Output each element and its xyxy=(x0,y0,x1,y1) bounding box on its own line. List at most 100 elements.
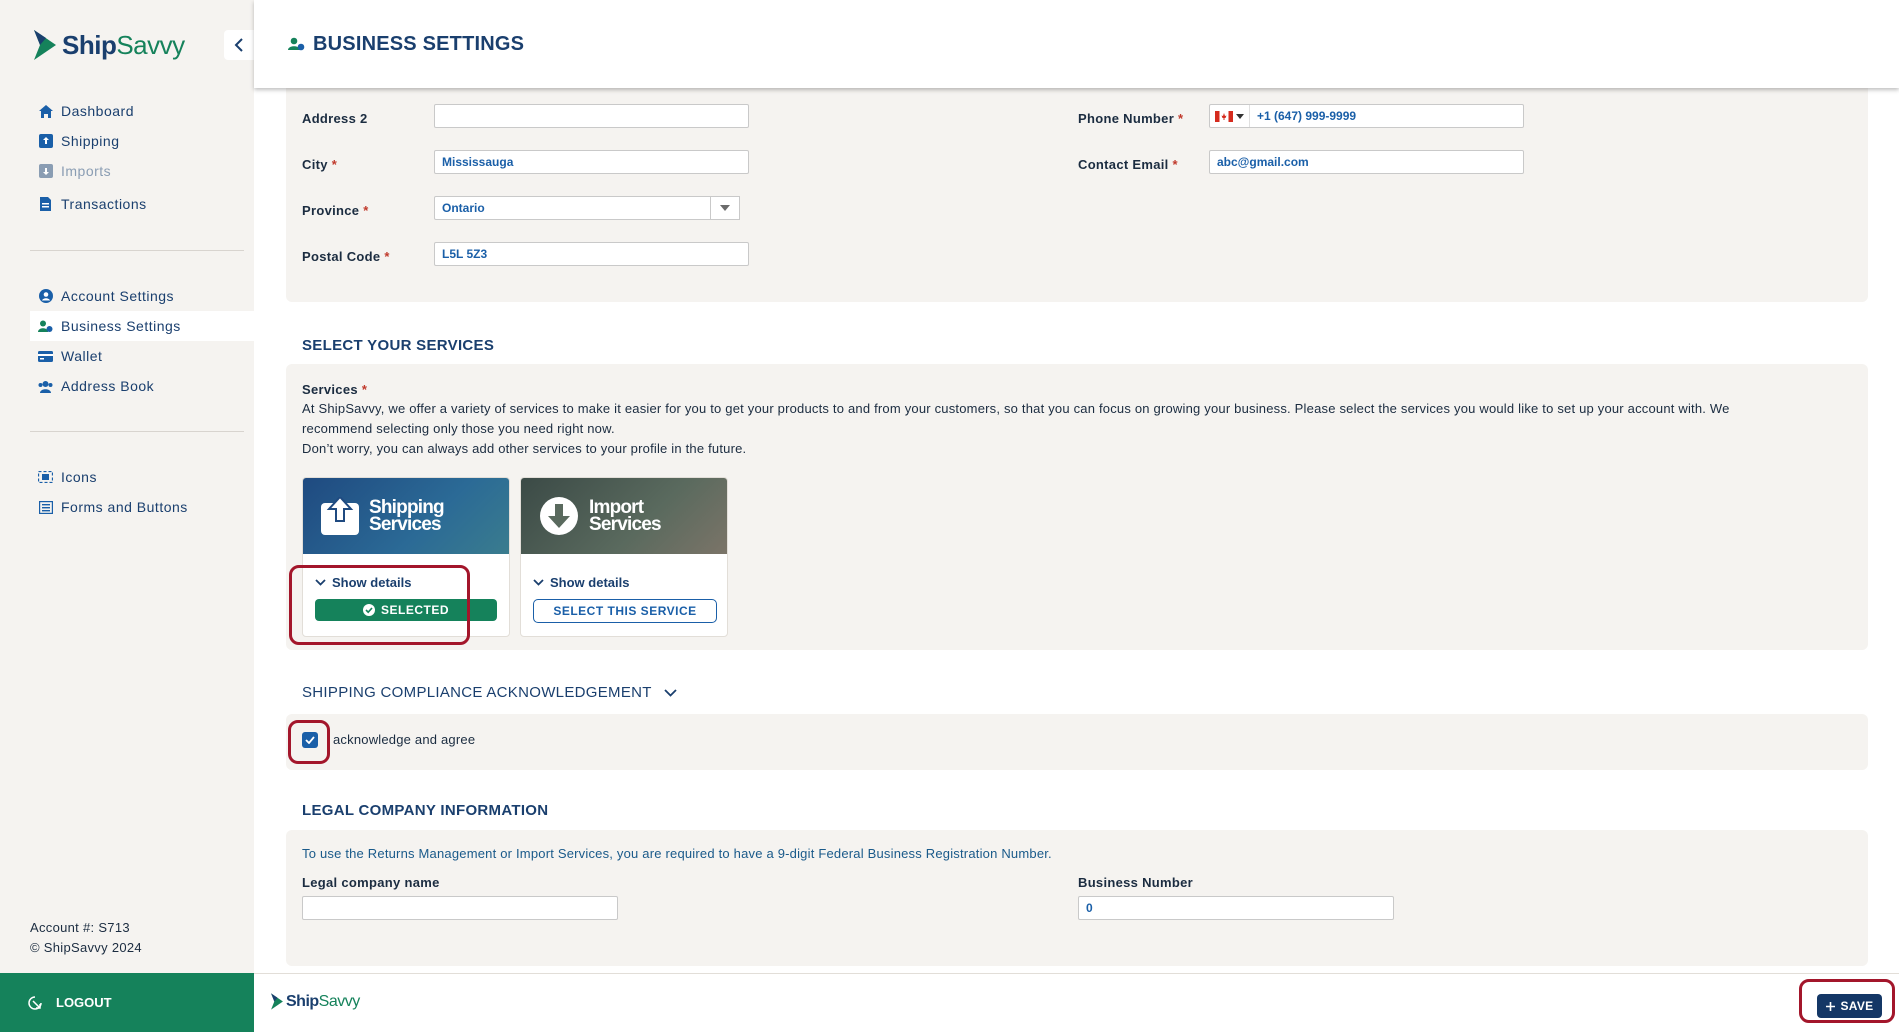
sidebar-item-label: Shipping xyxy=(61,133,120,149)
postal-code-field[interactable]: L5L 5Z3 xyxy=(434,242,749,266)
card-title: Shipping Services xyxy=(369,497,445,535)
postal-code-label: Postal Code * xyxy=(302,249,390,264)
province-select[interactable]: Ontario xyxy=(434,196,718,220)
logout-icon xyxy=(28,995,42,1010)
address-book-icon xyxy=(38,379,53,394)
contact-email-field[interactable]: abc@gmail.com xyxy=(1209,150,1524,174)
logo-mark-icon xyxy=(34,30,56,60)
acknowledge-checkbox[interactable] xyxy=(302,732,318,748)
services-label: Services * xyxy=(302,382,368,397)
show-details-toggle[interactable]: Show details xyxy=(533,575,629,590)
acknowledge-label: acknowledge and agree xyxy=(333,732,476,747)
shipping-box-icon xyxy=(321,497,359,535)
nav-group-main: Dashboard Shipping Imports Transactions xyxy=(30,96,254,219)
account-info: Account #: S713 © ShipSavvy 2024 xyxy=(30,918,142,958)
sidebar-item-label: Address Book xyxy=(61,378,155,394)
services-description: At ShipSavvy, we offer a variety of serv… xyxy=(302,401,1730,456)
sidebar-divider xyxy=(30,431,244,432)
user-circle-icon xyxy=(38,289,53,304)
show-details-toggle[interactable]: Show details xyxy=(315,575,411,590)
import-box-icon xyxy=(38,164,53,179)
service-card-import: Import Services Show details SELECT THIS … xyxy=(520,477,728,637)
business-users-icon xyxy=(38,319,53,334)
sidebar-item-forms-and-buttons[interactable]: Forms and Buttons xyxy=(30,492,254,522)
shipping-box-icon xyxy=(38,134,53,149)
sidebar-item-label: Transactions xyxy=(61,196,147,212)
business-number-field[interactable]: 0 xyxy=(1078,896,1394,920)
chevron-down-icon xyxy=(315,579,326,586)
sidebar-item-imports[interactable]: Imports xyxy=(30,156,254,186)
phone-number-label: Phone Number * xyxy=(1078,111,1184,126)
sidebar-divider xyxy=(30,250,244,251)
wallet-card-icon xyxy=(38,349,53,364)
sidebar-item-wallet[interactable]: Wallet xyxy=(30,341,254,371)
services-section-title: SELECT YOUR SERVICES xyxy=(302,337,495,354)
logout-button[interactable]: LOGOUT xyxy=(0,973,254,1032)
chevron-down-icon xyxy=(664,688,677,697)
country-code-selector[interactable] xyxy=(1210,105,1250,127)
caret-down-icon xyxy=(720,205,730,211)
sidebar-item-label: Icons xyxy=(61,469,97,485)
legal-note: To use the Returns Management or Import … xyxy=(302,846,1052,861)
logo-mark-icon xyxy=(271,993,283,1010)
phone-number-field[interactable]: +1 (647) 999-9999 xyxy=(1209,104,1524,128)
address2-field[interactable] xyxy=(434,104,749,128)
icons-grid-icon xyxy=(38,470,53,485)
province-dropdown-toggle[interactable] xyxy=(710,196,740,220)
sidebar-item-address-book[interactable]: Address Book xyxy=(30,371,254,401)
forms-list-icon xyxy=(38,500,53,515)
copyright-text: © ShipSavvy 2024 xyxy=(30,940,142,955)
sidebar-item-icons[interactable]: Icons xyxy=(30,462,254,492)
collapse-sidebar-button[interactable] xyxy=(224,30,254,60)
chevron-left-icon xyxy=(234,38,243,52)
compliance-section-toggle[interactable]: SHIPPING COMPLIANCE ACKNOWLEDGEMENT xyxy=(302,684,677,701)
shipping-services-banner: Shipping Services xyxy=(303,478,509,554)
sidebar-item-label: Business Settings xyxy=(61,318,181,334)
nav-group-dev: Icons Forms and Buttons xyxy=(30,462,254,522)
page-title: BUSINESS SETTINGS xyxy=(313,32,525,55)
legal-company-name-label: Legal company name xyxy=(302,875,440,890)
save-button[interactable]: SAVE xyxy=(1817,994,1882,1018)
compliance-section-title: SHIPPING COMPLIANCE ACKNOWLEDGEMENT xyxy=(302,684,652,701)
select-import-service-button[interactable]: SELECT THIS SERVICE xyxy=(533,599,717,623)
sidebar-item-label: Account Settings xyxy=(61,288,175,304)
footer-logo: ShipSavvy xyxy=(270,992,360,1011)
document-icon xyxy=(38,197,53,212)
nav-group-settings: Account Settings Business Settings Walle… xyxy=(30,281,254,401)
sidebar: ShipSavvy Dashboard Shipping Imports Tra… xyxy=(0,0,254,1032)
city-label: City * xyxy=(302,157,338,172)
business-users-icon xyxy=(288,37,305,51)
sidebar-item-label: Wallet xyxy=(61,348,103,364)
page-footer: ShipSavvy SAVE xyxy=(254,973,1899,1032)
check-circle-icon xyxy=(362,604,375,616)
phone-number-value: +1 (647) 999-9999 xyxy=(1257,109,1357,123)
contact-email-label: Contact Email * xyxy=(1078,157,1178,172)
chevron-down-icon xyxy=(533,579,544,586)
account-number: Account #: S713 xyxy=(30,920,130,935)
main-content: Address 2 City * Mississauga Province * … xyxy=(254,88,1899,973)
logout-label: LOGOUT xyxy=(56,995,112,1010)
sidebar-item-label: Dashboard xyxy=(61,103,134,119)
sidebar-item-shipping[interactable]: Shipping xyxy=(30,126,254,156)
logo-wordmark: ShipSavvy xyxy=(62,29,185,60)
caret-down-icon xyxy=(1236,113,1244,119)
home-icon xyxy=(38,104,53,119)
shipping-selected-button[interactable]: SELECTED xyxy=(315,599,497,621)
sidebar-item-business-settings[interactable]: Business Settings xyxy=(30,311,254,341)
canada-flag-icon xyxy=(1215,110,1233,122)
service-card-shipping: Shipping Services Show details SELECTED xyxy=(302,477,510,637)
business-number-label: Business Number xyxy=(1078,875,1194,890)
sidebar-item-account-settings[interactable]: Account Settings xyxy=(30,281,254,311)
page-header: BUSINESS SETTINGS xyxy=(254,0,1899,88)
app-logo[interactable]: ShipSavvy xyxy=(32,28,185,62)
sidebar-item-label: Forms and Buttons xyxy=(61,499,188,515)
import-services-banner: Import Services xyxy=(521,478,727,554)
legal-company-name-field[interactable] xyxy=(302,896,618,920)
plus-icon xyxy=(1825,1001,1835,1011)
sidebar-item-dashboard[interactable]: Dashboard xyxy=(30,96,254,126)
sidebar-item-label: Imports xyxy=(61,163,112,179)
checkmark-icon xyxy=(305,736,315,744)
import-box-icon xyxy=(540,497,578,535)
city-field[interactable]: Mississauga xyxy=(434,150,749,174)
sidebar-item-transactions[interactable]: Transactions xyxy=(30,189,254,219)
